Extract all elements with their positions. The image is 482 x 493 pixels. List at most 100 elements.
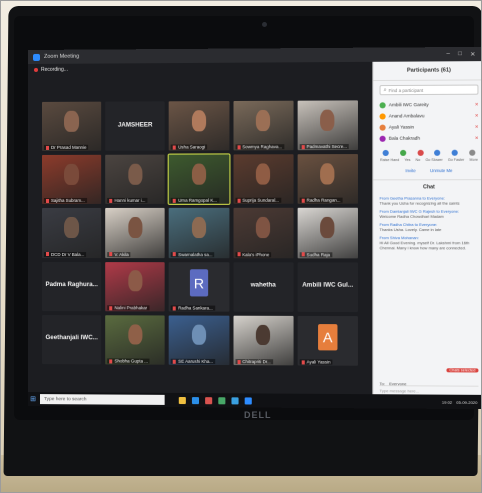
participant-row[interactable]: Anand Ambalavu ✕: [379, 110, 478, 122]
participant-tile[interactable]: DCD Dr V Bala...: [41, 208, 102, 258]
participant-face: [255, 109, 271, 131]
participant-row[interactable]: Bala Chakradh ✕: [379, 132, 479, 144]
participant-tile[interactable]: Sowmya Raghava...: [233, 100, 294, 151]
reaction-button-icon[interactable]: [382, 149, 390, 157]
participant-video: [233, 154, 294, 205]
reaction-button-icon[interactable]: [451, 149, 458, 156]
chats-selected-button[interactable]: Chats selected: [446, 368, 479, 373]
participant-tile[interactable]: Hanni kumar i...: [105, 154, 166, 205]
participant-tile[interactable]: Geethanjali IWC...: [41, 314, 102, 365]
participant-row[interactable]: Ayali Yassin ✕: [379, 121, 478, 133]
participant-name-large: JAMSHEER: [117, 121, 153, 129]
participant-tile[interactable]: A Ayali Yassin: [297, 315, 358, 366]
participant-name: Chitrapriti Dr...: [242, 359, 271, 365]
participant-tile[interactable]: Uma Ramgopal K...: [168, 153, 231, 206]
participant-tile[interactable]: R Radha Sankara...: [169, 261, 230, 312]
participant-video: [233, 100, 294, 151]
participant-name: Uma Ramgopal K...: [178, 198, 217, 204]
muted-mic-icon: [46, 199, 50, 204]
taskbar-app-icon[interactable]: [244, 396, 252, 405]
muted-mic-icon: [301, 252, 305, 257]
unmute-me-button[interactable]: Unmute Me: [430, 168, 452, 173]
recording-indicator: Recording...: [28, 62, 372, 75]
participant-tile[interactable]: Padmavathi Secre...: [297, 100, 358, 151]
participant-name-label: DCD Dr V Bala...: [44, 251, 87, 257]
reaction-button-icon[interactable]: [468, 149, 475, 156]
muted-mic-icon: [301, 360, 305, 365]
participant-tile[interactable]: Padma Raghura...: [41, 261, 102, 312]
participant-row-name: Ayali Yassin: [388, 124, 414, 130]
participant-tile[interactable]: wahetha: [233, 261, 294, 312]
participant-tile[interactable]: Usha Saraogi: [169, 101, 230, 151]
participant-tile[interactable]: Chitrapriti Dr...: [233, 315, 294, 366]
reaction-button-icon[interactable]: [417, 149, 424, 156]
webcam: [262, 22, 267, 27]
taskbar-app-icon[interactable]: [191, 396, 200, 404]
participant-name-label: Radha Rangan...: [299, 198, 343, 204]
participant-tile[interactable]: Shobha Gupta ...: [105, 315, 166, 365]
taskbar-app-icon[interactable]: [231, 396, 239, 404]
participant-tile[interactable]: Dr Prasad Mannie: [41, 101, 102, 152]
participant-video: [105, 154, 166, 205]
participant-tile[interactable]: V. Akila: [105, 208, 166, 258]
participant-tile[interactable]: Nalini Prabhakar: [105, 261, 166, 312]
tray-date: 05-09-2020: [456, 399, 478, 405]
participant-video: [41, 208, 102, 258]
chat-message: From Radha Chitra to Everyone: Thanks Ush…: [380, 222, 479, 232]
participant-avatar: [379, 112, 386, 120]
participant-name-label: Chitrapriti Dr...: [235, 359, 273, 365]
taskbar-app-icon[interactable]: [205, 396, 213, 404]
participant-face: [320, 109, 335, 131]
taskbar-app-icon[interactable]: [178, 396, 186, 404]
chat-text: Thank you Usha for recognizing all the s…: [379, 200, 460, 206]
participant-row[interactable]: Ambili IWC Gareity ✕: [379, 99, 478, 111]
participant-tile[interactable]: Ambili IWC Gul...: [297, 261, 358, 312]
participant-tile[interactable]: Sudha Raja: [297, 208, 358, 258]
reaction-button-icon[interactable]: [434, 149, 441, 156]
minimize-button[interactable]: –: [446, 51, 449, 58]
participant-name-label: Dr Prasad Mannie: [44, 144, 89, 151]
taskbar-app-icon[interactable]: [218, 396, 226, 404]
participant-search-input[interactable]: ⌕ Find a participant: [379, 84, 479, 96]
participant-name: Padmavathi Secre...: [306, 144, 348, 150]
recording-label: Recording...: [40, 66, 69, 73]
participant-video: [297, 154, 358, 205]
muted-mic-icon: ✕: [474, 134, 479, 141]
windows-start-icon[interactable]: ⊞: [28, 392, 38, 406]
participant-face: [191, 110, 207, 131]
participant-tile[interactable]: Radha Rangan...: [297, 154, 358, 205]
muted-mic-icon: [46, 252, 50, 257]
participant-name: Sowmya Raghava...: [242, 144, 283, 150]
panel-actions: Invite Unmute Me: [373, 168, 482, 173]
participant-tile[interactable]: SE Aarushi Kha...: [169, 315, 230, 366]
participant-tile[interactable]: Swarnalatha sa...: [169, 208, 230, 258]
reaction-labels: Raise Hand Yes No Go Slower Go Faster More: [377, 158, 480, 162]
participant-face: [64, 110, 79, 132]
muted-mic-icon: [46, 145, 50, 150]
participant-tile[interactable]: Kala's iPhone: [233, 208, 294, 258]
taskbar-pinned-apps: [178, 396, 252, 405]
participant-tile[interactable]: Sajitha Subram...: [41, 154, 102, 205]
muted-mic-icon: [173, 359, 177, 364]
close-button[interactable]: ✕: [470, 50, 475, 57]
participant-tile[interactable]: JAMSHEER: [105, 101, 166, 151]
participant-name: Radha Sankara...: [178, 305, 213, 311]
reaction-label: Go Faster: [447, 157, 465, 162]
muted-mic-icon: [301, 145, 305, 150]
maximize-button[interactable]: □: [458, 51, 462, 58]
photo-scene: Zoom Meeting – □ ✕ Recording... Dr Prasa…: [0, 0, 482, 493]
tray-time: 19:02: [441, 399, 453, 405]
muted-mic-icon: [237, 198, 241, 204]
invite-button[interactable]: Invite: [405, 168, 415, 173]
muted-mic-icon: [109, 252, 113, 257]
participant-video: [169, 208, 230, 258]
participant-face: [320, 163, 335, 185]
reaction-label: Yes: [404, 157, 411, 163]
participant-name: Hanni kumar i...: [114, 198, 146, 204]
participant-name: Dr Prasad Mannie: [51, 144, 87, 151]
participant-tile[interactable]: Suprija Sundaral...: [233, 154, 294, 205]
taskbar-search-input[interactable]: Type here to search: [39, 394, 165, 405]
reaction-button-icon[interactable]: [400, 149, 407, 156]
participant-name-label: Suprija Sundaral...: [235, 198, 282, 204]
muted-mic-icon: [237, 252, 241, 257]
